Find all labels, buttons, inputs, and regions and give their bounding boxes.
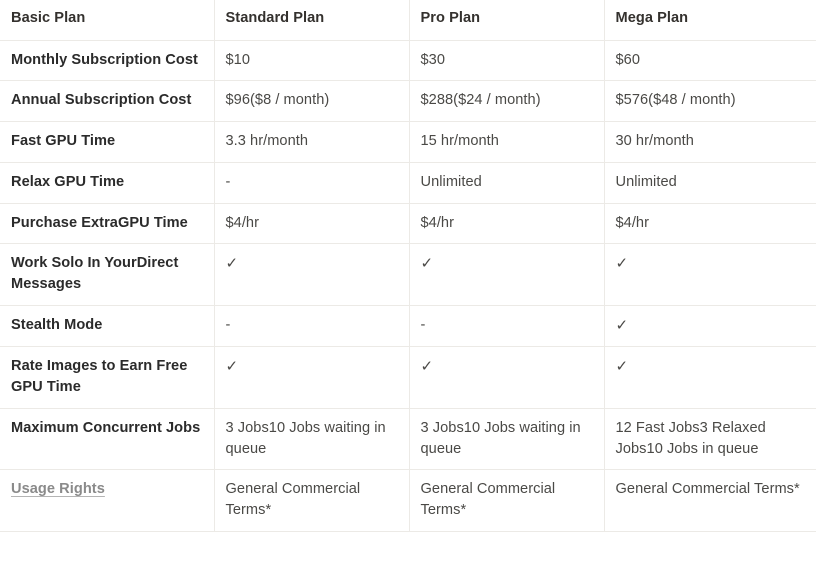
- value-cell-mega: ✓: [604, 243, 816, 306]
- column-header-mega-plan: Mega Plan: [604, 0, 816, 41]
- value-cell-mega: $4/hr: [604, 203, 816, 245]
- table-body: Basic Plan Standard Plan Pro Plan Mega P…: [0, 0, 816, 532]
- dash-icon: -: [225, 316, 231, 333]
- value-cell-standard: $96($8 / month): [214, 80, 410, 123]
- value-cell-standard: General Commercial Terms*: [214, 469, 410, 532]
- feature-label-cell: Maximum Concurrent Jobs: [0, 408, 215, 471]
- dash-icon: -: [420, 316, 426, 333]
- feature-label-cell: Usage Rights: [0, 469, 215, 532]
- check-icon: ✓: [420, 358, 434, 376]
- check-icon: ✓: [420, 255, 434, 273]
- value-cell-standard: $4/hr: [214, 203, 410, 245]
- feature-label-cell: Annual Subscription Cost: [0, 80, 215, 123]
- table-row: Rate Images to Earn Free GPU Time ✓ ✓ ✓: [0, 346, 816, 409]
- feature-label-cell: Stealth Mode: [0, 305, 215, 348]
- value-cell-standard: ✓: [214, 243, 410, 306]
- value-cell-mega: $60: [604, 40, 816, 82]
- value-cell-mega: General Commercial Terms*: [604, 469, 816, 532]
- feature-label-cell: Monthly Subscription Cost: [0, 40, 215, 82]
- value-cell-standard: -: [214, 305, 410, 348]
- check-icon: ✓: [615, 358, 629, 376]
- table-row: Stealth Mode - - ✓: [0, 305, 816, 348]
- feature-label-cell: Work Solo In YourDirect Messages: [0, 243, 215, 306]
- value-cell-pro: General Commercial Terms*: [409, 469, 605, 532]
- pricing-comparison-table: Basic Plan Standard Plan Pro Plan Mega P…: [0, 0, 816, 532]
- value-cell-mega: 30 hr/month: [604, 121, 816, 163]
- value-cell-mega: Unlimited: [604, 162, 816, 204]
- value-cell-pro: $288($24 / month): [409, 80, 605, 123]
- value-cell-standard: 3.3 hr/month: [214, 121, 410, 163]
- column-header-basic-plan: Basic Plan: [0, 0, 215, 41]
- table-header-row: Basic Plan Standard Plan Pro Plan Mega P…: [0, 0, 816, 41]
- value-cell-pro: 3 Jobs10 Jobs waiting in queue: [409, 408, 605, 471]
- value-cell-pro: ✓: [409, 243, 605, 306]
- table-row: Monthly Subscription Cost $10 $30 $60: [0, 40, 816, 82]
- check-icon: ✓: [615, 316, 629, 334]
- value-cell-pro: ✓: [409, 346, 605, 409]
- column-header-pro-plan: Pro Plan: [409, 0, 605, 41]
- value-cell-standard: $10: [214, 40, 410, 82]
- column-header-standard-plan: Standard Plan: [214, 0, 410, 41]
- value-cell-pro: $30: [409, 40, 605, 82]
- value-cell-pro: Unlimited: [409, 162, 605, 204]
- value-cell-standard: 3 Jobs10 Jobs waiting in queue: [214, 408, 410, 471]
- value-cell-mega: 12 Fast Jobs3 Relaxed Jobs10 Jobs in que…: [604, 408, 816, 471]
- value-cell-mega: ✓: [604, 305, 816, 348]
- usage-rights-link[interactable]: Usage Rights: [11, 481, 105, 497]
- value-cell-mega: ✓: [604, 346, 816, 409]
- feature-label-cell: Rate Images to Earn Free GPU Time: [0, 346, 215, 409]
- feature-label-cell: Relax GPU Time: [0, 162, 215, 204]
- table-row: Relax GPU Time - Unlimited Unlimited: [0, 162, 816, 204]
- value-cell-pro: -: [409, 305, 605, 348]
- dash-icon: -: [225, 173, 231, 190]
- check-icon: ✓: [615, 255, 629, 273]
- value-cell-pro: $4/hr: [409, 203, 605, 245]
- check-icon: ✓: [225, 358, 239, 376]
- table-row: Purchase ExtraGPU Time $4/hr $4/hr $4/hr: [0, 203, 816, 245]
- feature-label-cell: Fast GPU Time: [0, 121, 215, 163]
- table-row: Annual Subscription Cost $96($8 / month) $…: [0, 80, 816, 123]
- table-row: Fast GPU Time 3.3 hr/month 15 hr/month 30 h…: [0, 121, 816, 163]
- table-row: Work Solo In YourDirect Messages ✓ ✓ ✓: [0, 243, 816, 306]
- check-icon: ✓: [225, 255, 239, 273]
- value-cell-pro: 15 hr/month: [409, 121, 605, 163]
- feature-label-cell: Purchase ExtraGPU Time: [0, 203, 215, 245]
- value-cell-standard: -: [214, 162, 410, 204]
- value-cell-mega: $576($48 / month): [604, 80, 816, 123]
- table-row: Maximum Concurrent Jobs 3 Jobs10 Jobs wai…: [0, 408, 816, 471]
- table-row: Usage Rights General Commercial Terms* Gen…: [0, 469, 816, 532]
- value-cell-standard: ✓: [214, 346, 410, 409]
